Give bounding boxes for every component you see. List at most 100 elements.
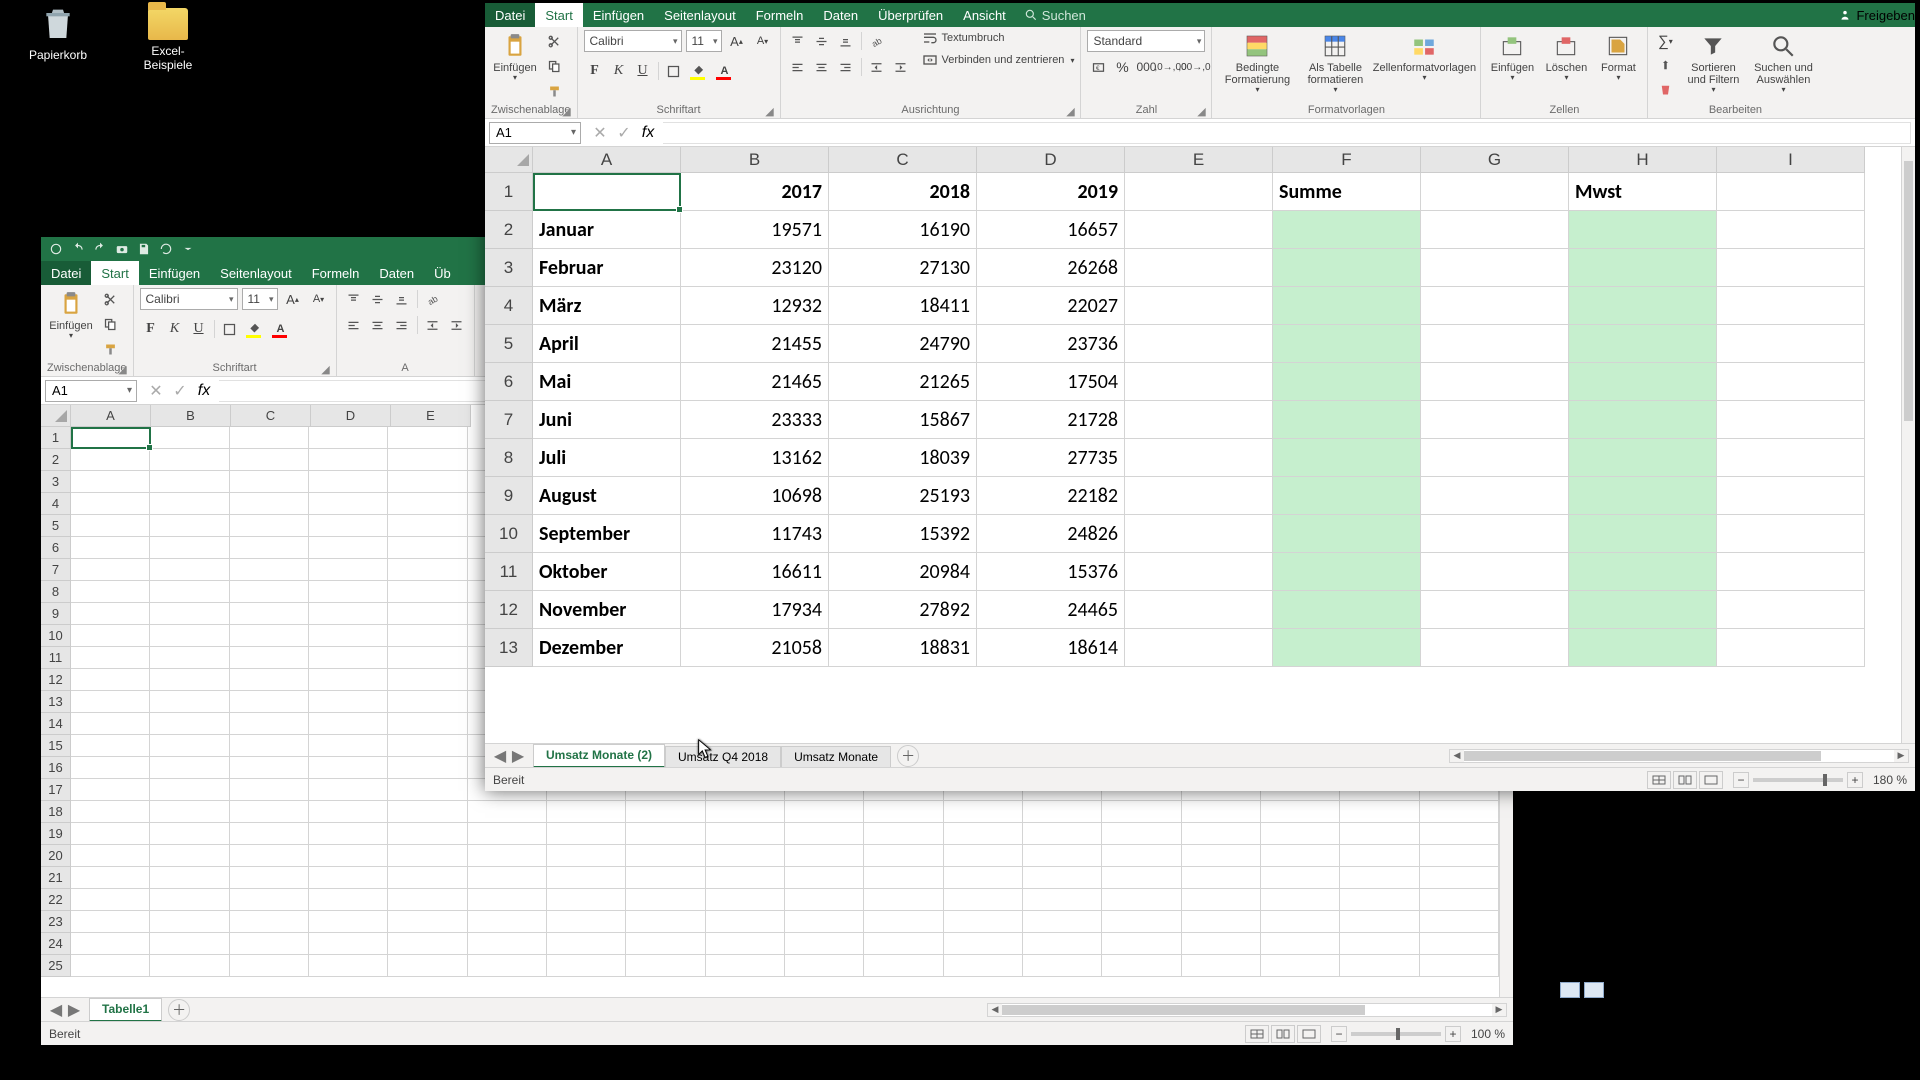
cell[interactable] <box>1420 801 1499 823</box>
sheet-tab-umsatz-monate[interactable]: Umsatz Monate <box>781 746 891 768</box>
cell[interactable] <box>1125 363 1273 401</box>
cell[interactable] <box>71 647 150 669</box>
tab-file[interactable]: Datei <box>485 3 535 27</box>
dialog-launcher-icon[interactable]: ◢ <box>1064 105 1076 117</box>
cell[interactable] <box>230 911 309 933</box>
align-left-button[interactable] <box>787 56 809 78</box>
cell[interactable]: 16657 <box>977 211 1125 249</box>
cell[interactable] <box>944 911 1023 933</box>
cell[interactable] <box>388 911 467 933</box>
cell[interactable] <box>468 933 547 955</box>
cell[interactable] <box>230 647 309 669</box>
cell[interactable] <box>706 911 785 933</box>
cell[interactable] <box>1102 955 1181 977</box>
ribbon-search[interactable]: Suchen <box>1024 3 1086 27</box>
cell[interactable] <box>1273 629 1421 667</box>
cell[interactable] <box>944 889 1023 911</box>
cell[interactable] <box>547 889 626 911</box>
cell[interactable] <box>706 801 785 823</box>
cell[interactable]: 24790 <box>829 325 977 363</box>
cell[interactable] <box>1421 363 1569 401</box>
cell[interactable] <box>1023 955 1102 977</box>
cell[interactable] <box>706 889 785 911</box>
cell[interactable] <box>150 735 229 757</box>
cell[interactable] <box>388 537 467 559</box>
col-header[interactable]: G <box>1421 147 1569 173</box>
cell[interactable] <box>230 625 309 647</box>
camera-icon[interactable] <box>113 240 131 258</box>
cell[interactable] <box>944 867 1023 889</box>
cell[interactable] <box>230 757 309 779</box>
row-header[interactable]: 18 <box>41 801 71 823</box>
cell[interactable] <box>1125 515 1273 553</box>
cell[interactable] <box>706 845 785 867</box>
font-size-combo[interactable]: 11 <box>686 30 722 52</box>
cell[interactable]: 21265 <box>829 363 977 401</box>
taskbar-thumb-icons[interactable] <box>1560 982 1604 998</box>
cell[interactable] <box>1569 401 1717 439</box>
cell[interactable] <box>1182 955 1261 977</box>
font-size-combo[interactable]: 11 <box>242 288 278 310</box>
borders-button[interactable] <box>663 60 685 82</box>
cell[interactable] <box>309 845 388 867</box>
cell[interactable] <box>309 449 388 471</box>
name-box[interactable]: A1 <box>489 122 581 144</box>
cell[interactable] <box>468 823 547 845</box>
cell[interactable] <box>1717 211 1865 249</box>
row-header[interactable]: 13 <box>485 629 533 667</box>
sheet-tab-umsatz-monate-2[interactable]: Umsatz Monate (2) <box>533 744 665 768</box>
row-header[interactable]: 22 <box>41 889 71 911</box>
cell[interactable] <box>150 779 229 801</box>
cancel-formula-button[interactable]: ✕ <box>145 380 167 402</box>
cell[interactable] <box>230 889 309 911</box>
cell[interactable] <box>230 867 309 889</box>
cell[interactable] <box>1569 363 1717 401</box>
borders-button[interactable] <box>219 318 241 340</box>
add-sheet-button[interactable]: ＋ <box>168 999 190 1021</box>
refresh-icon[interactable] <box>157 240 175 258</box>
sheet-tab-umsatz-q4[interactable]: Umsatz Q4 2018 <box>665 746 781 768</box>
cell[interactable] <box>1421 287 1569 325</box>
desktop-icon-recycle-bin[interactable]: Papierkorb <box>18 2 98 62</box>
cell[interactable] <box>1182 845 1261 867</box>
cell[interactable] <box>1023 933 1102 955</box>
cell[interactable] <box>150 493 229 515</box>
cell[interactable] <box>1125 401 1273 439</box>
cell[interactable] <box>1273 553 1421 591</box>
cell[interactable] <box>71 691 150 713</box>
fill-color-button[interactable] <box>687 60 711 82</box>
cell[interactable] <box>388 823 467 845</box>
align-bottom-button[interactable] <box>391 288 413 310</box>
cell[interactable] <box>309 515 388 537</box>
row-header[interactable]: 11 <box>485 553 533 591</box>
cell[interactable]: 16611 <box>681 553 829 591</box>
cell[interactable] <box>1261 955 1340 977</box>
row-header[interactable]: 12 <box>41 669 71 691</box>
cell[interactable] <box>785 889 864 911</box>
cell[interactable]: 21728 <box>977 401 1125 439</box>
cell[interactable] <box>864 867 943 889</box>
cell[interactable] <box>1102 933 1181 955</box>
cell[interactable] <box>547 867 626 889</box>
cell[interactable]: 13162 <box>681 439 829 477</box>
cell[interactable] <box>150 559 229 581</box>
cell[interactable] <box>71 427 150 449</box>
cell[interactable] <box>1273 211 1421 249</box>
grid-front[interactable]: ABCDEFGHI 12345678910111213 201720182019… <box>485 147 1915 743</box>
cell[interactable] <box>864 911 943 933</box>
cell[interactable] <box>309 713 388 735</box>
cell[interactable] <box>785 867 864 889</box>
cell[interactable]: 17934 <box>681 591 829 629</box>
font-name-combo[interactable]: Calibri <box>140 288 238 310</box>
cell[interactable] <box>547 911 626 933</box>
cell[interactable] <box>626 845 705 867</box>
cell[interactable] <box>309 559 388 581</box>
row-header[interactable]: 25 <box>41 955 71 977</box>
cell[interactable] <box>230 735 309 757</box>
row-header[interactable]: 19 <box>41 823 71 845</box>
cell[interactable] <box>388 889 467 911</box>
sheet-nav-next[interactable]: ▶ <box>509 747 527 765</box>
cell[interactable] <box>1717 477 1865 515</box>
cell[interactable] <box>230 471 309 493</box>
cell[interactable] <box>1023 867 1102 889</box>
